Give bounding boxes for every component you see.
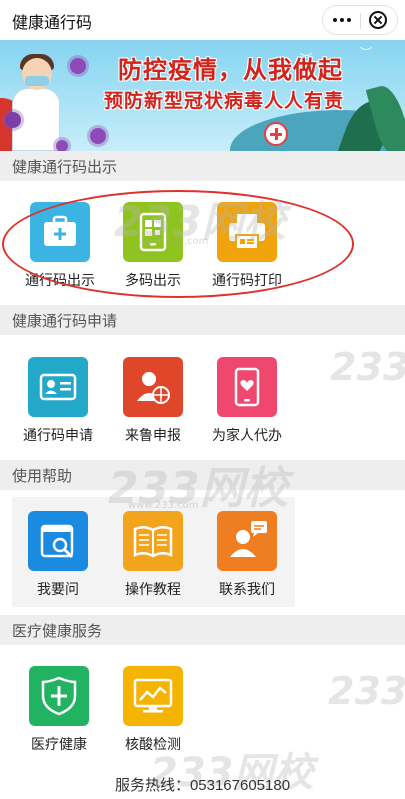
more-icon[interactable]: [323, 6, 361, 34]
menu-item-label: 通行码打印: [212, 272, 282, 288]
menu-item-code-apply[interactable]: 通行码申请: [13, 357, 103, 453]
customer-service-icon: [217, 511, 277, 571]
menu-item-multi-code[interactable]: 多码出示: [108, 202, 198, 298]
section-header-help: 使用帮助: [0, 460, 405, 490]
medical-kit-icon: [30, 202, 90, 262]
watermark-text: 233网校: [328, 669, 405, 713]
bird-icon: ︶: [360, 46, 373, 60]
book-icon: [123, 511, 183, 571]
medical-cross-icon: [264, 122, 288, 146]
section-title: 健康通行码出示: [12, 159, 118, 176]
phone-heart-icon: [217, 357, 277, 417]
mini-program-capsule: [322, 5, 398, 35]
menu-item-label: 通行码申请: [23, 427, 93, 443]
section-header-code-apply: 健康通行码申请: [0, 305, 405, 335]
menu-item-code-show[interactable]: 通行码出示: [15, 202, 105, 298]
menu-item-family-proxy[interactable]: 为家人代办: [202, 357, 292, 453]
calendar-search-icon: [28, 511, 88, 571]
printer-icon: [217, 202, 277, 262]
virus-icon: [90, 128, 106, 144]
service-hotline[interactable]: 服务热线：053167605180: [0, 774, 405, 795]
menu-item-label: 为家人代办: [212, 427, 282, 443]
health-shield-icon: [29, 666, 89, 726]
banner-headline: 防控疫情，从我做起: [118, 57, 343, 84]
menu-item-label: 核酸检测: [125, 736, 181, 752]
watermark-url: www.233.com: [138, 236, 209, 247]
menu-item-label: 我要问: [37, 581, 79, 597]
menu-item-code-print[interactable]: 通行码打印: [202, 202, 292, 298]
top-bar: 健康通行码: [0, 0, 405, 40]
epidemic-banner[interactable]: ︶ ︶ 防控疫情，从我做起 预防新型冠状病毒人人有责: [0, 40, 405, 151]
section-header-code-show: 健康通行码出示: [0, 151, 405, 181]
menu-item-nucleic-test[interactable]: 核酸检测: [108, 666, 198, 762]
monitor-chart-icon: [123, 666, 183, 726]
section-title: 医疗健康服务: [12, 623, 103, 640]
close-icon[interactable]: [369, 11, 387, 29]
virus-icon: [5, 112, 21, 128]
watermark-url: www.233.com: [128, 500, 199, 511]
banner-subline: 预防新型冠状病毒人人有责: [104, 91, 345, 112]
section-title: 健康通行码申请: [12, 313, 118, 330]
section-header-medical: 医疗健康服务: [0, 615, 405, 645]
menu-item-label: 联系我们: [219, 581, 275, 597]
mask-icon: [25, 76, 49, 86]
virus-icon: [56, 140, 68, 151]
capsule-divider: [360, 13, 361, 29]
menu-item-shandong-report[interactable]: 来鲁申报: [108, 357, 198, 453]
person-globe-icon: [123, 357, 183, 417]
menu-item-contact[interactable]: 联系我们: [202, 511, 292, 607]
section-title: 使用帮助: [12, 468, 73, 485]
app-title: 健康通行码: [12, 15, 93, 32]
menu-item-ask[interactable]: 我要问: [13, 511, 103, 607]
id-card-icon: [28, 357, 88, 417]
watermark-text: 233网校: [330, 345, 405, 389]
menu-item-tutorial[interactable]: 操作教程: [108, 511, 198, 607]
virus-icon: [70, 58, 86, 74]
qr-phone-icon: [123, 202, 183, 262]
menu-item-medical-health[interactable]: 医疗健康: [14, 666, 104, 762]
